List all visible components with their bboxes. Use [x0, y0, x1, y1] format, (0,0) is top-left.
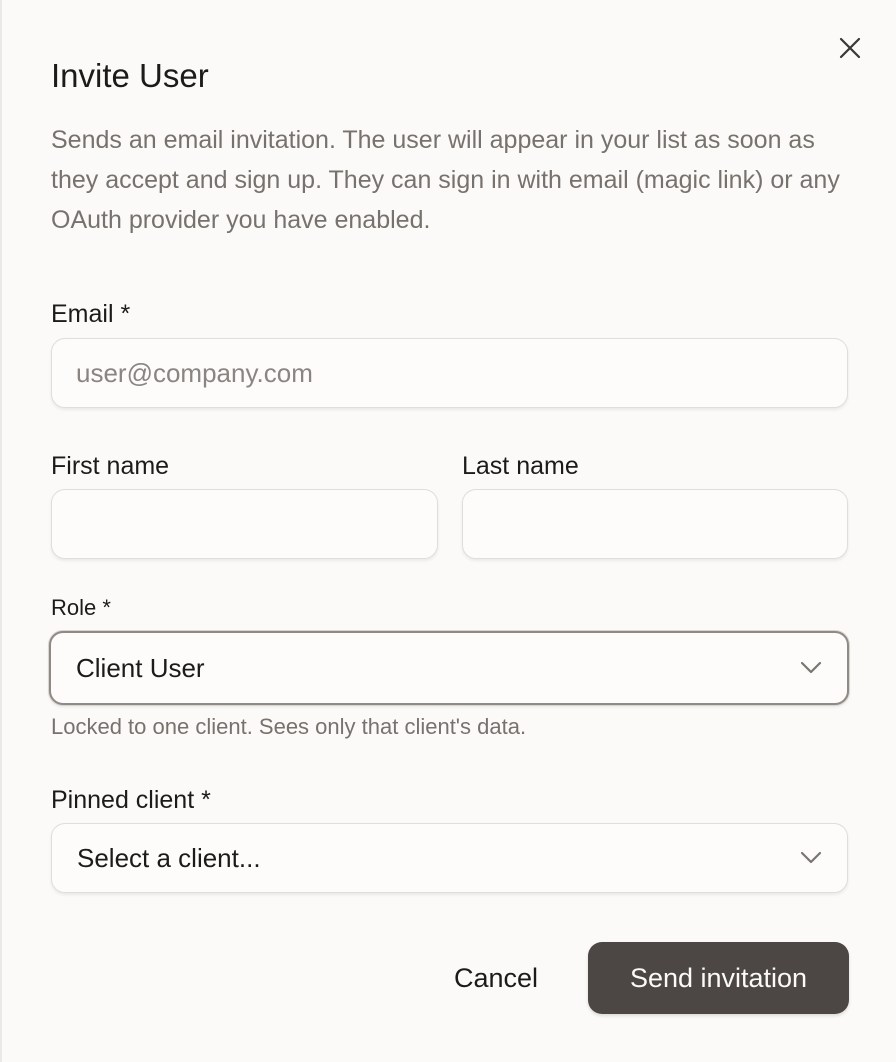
email-field-container — [51, 338, 848, 408]
email-label: Email * — [51, 300, 131, 328]
invite-user-dialog: Invite User Sends an email invitation. T… — [2, 0, 896, 1062]
pinned-client-select[interactable]: Select a client... — [51, 823, 848, 893]
dialog-title: Invite User — [51, 57, 209, 94]
role-hint: Locked to one client. Sees only that cli… — [51, 714, 527, 739]
send-invitation-button[interactable]: Send invitation — [588, 942, 849, 1014]
dialog-description: Sends an email invitation. The user will… — [51, 126, 840, 234]
pinned-client-label: Pinned client * — [51, 786, 211, 814]
cancel-button[interactable]: Cancel — [432, 952, 560, 1004]
first-name-field[interactable] — [52, 490, 437, 558]
email-field[interactable] — [52, 339, 847, 407]
first-name-label: First name — [51, 452, 170, 480]
close-button[interactable] — [834, 32, 866, 64]
role-select-value: Client User — [76, 652, 205, 683]
first-name-field-container — [51, 489, 438, 559]
last-name-label: Last name — [462, 452, 579, 480]
chevron-down-icon — [799, 846, 823, 870]
close-icon — [839, 37, 861, 59]
last-name-field[interactable] — [463, 490, 847, 558]
last-name-field-container — [462, 489, 848, 559]
role-select[interactable]: Client User — [49, 631, 849, 705]
pinned-client-select-value: Select a client... — [77, 842, 261, 873]
chevron-down-icon — [799, 656, 823, 680]
role-label: Role * — [51, 595, 111, 620]
